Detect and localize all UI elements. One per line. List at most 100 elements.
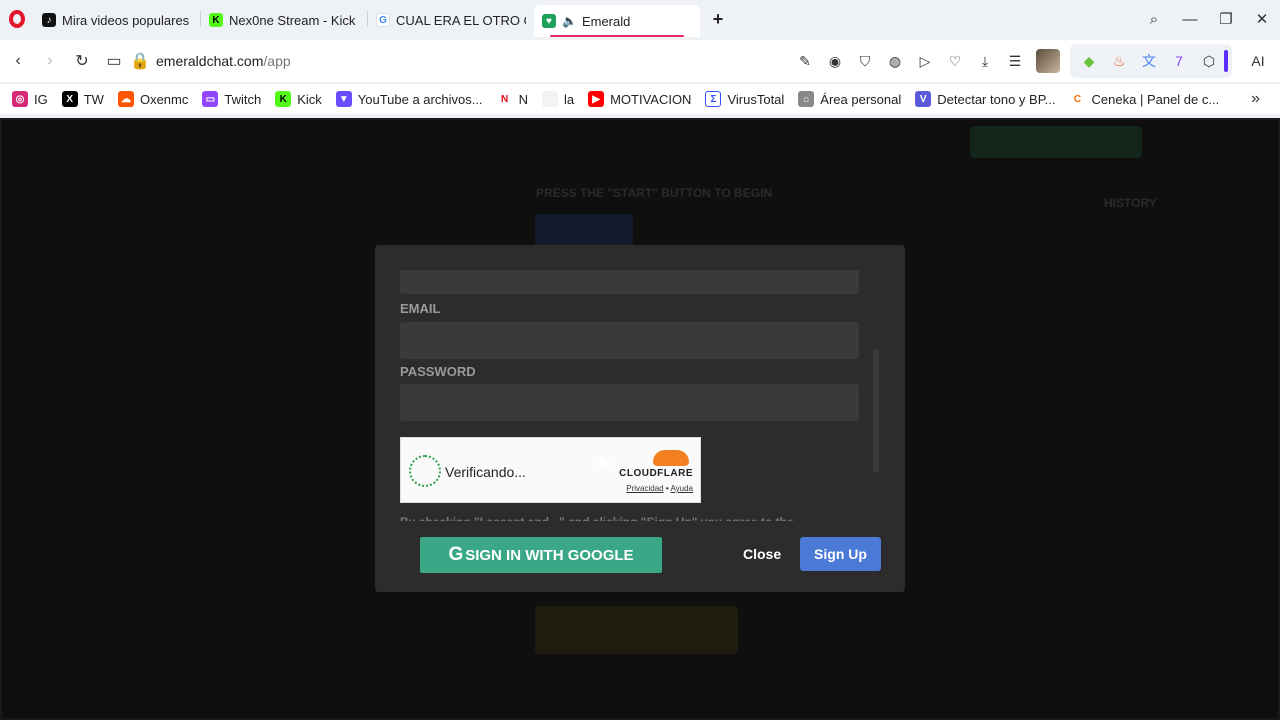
signup-button[interactable]: Sign Up [800, 537, 881, 571]
bookmark-netflix[interactable]: NN [496, 91, 528, 107]
bookmark-label: Oxenmc [139, 91, 189, 107]
modal-scrollbar[interactable] [873, 349, 879, 473]
bookmark-kick[interactable]: K Kick [275, 91, 322, 107]
google-signin-button[interactable]: G SIGN IN WITH GOOGLE [420, 537, 662, 573]
profile-avatar[interactable] [1036, 49, 1060, 73]
extension-1-icon[interactable]: ◆ [1074, 46, 1104, 76]
more-bookmarks-icon[interactable]: » [1251, 90, 1260, 108]
tab-google[interactable]: G CUAL ERA EL OTRO QUE LE [368, 5, 534, 35]
signup-modal: EMAIL PASSWORD Verificando... CLOUDFLARE… [375, 245, 905, 592]
blank-page-icon [541, 91, 558, 107]
bookmark-label: Ceneka | Panel de c... [1091, 91, 1220, 107]
email-field[interactable] [400, 322, 859, 359]
reload-button[interactable]: ↻ [66, 45, 98, 77]
home-icon: ⌂ [798, 91, 815, 107]
bookmark-ceneka[interactable]: C Ceneka | Panel de c... [1069, 91, 1220, 107]
bookmark-label: Detectar tono y BP... [937, 91, 1056, 107]
tab-tiktok[interactable]: ♪ Mira videos populares sele [34, 5, 200, 35]
bookmark-detectar-tono[interactable]: V Detectar tono y BP... [915, 91, 1056, 107]
tab-title: Mira videos populares sele [62, 12, 192, 28]
bookmark-label: Área personal [820, 91, 902, 107]
bookmark-ig[interactable]: ◎ IG [12, 91, 48, 107]
bookmark-la[interactable]: la [541, 91, 574, 107]
x-icon: X [61, 91, 78, 107]
modal-form: EMAIL PASSWORD Verificando... CLOUDFLARE… [375, 245, 905, 525]
modal-footer: G SIGN IN WITH GOOGLE Close Sign Up [375, 521, 905, 592]
camera-permission-icon[interactable]: ▭ [98, 45, 130, 77]
bookmark-label: MOTIVACION [610, 91, 692, 107]
background-press-start-text: PRESS THE "START" BUTTON TO BEGIN [536, 186, 773, 200]
player-icon[interactable]: ▷ [910, 46, 940, 76]
password-label: PASSWORD [400, 364, 476, 379]
edit-icon[interactable]: ✎ [790, 46, 820, 76]
netflix-icon: N [496, 91, 513, 107]
tab-kick[interactable]: K Nex0ne Stream - Kick Dash [201, 5, 367, 35]
bookmark-youtube-archivos[interactable]: ▼ YouTube a archivos... [335, 91, 483, 107]
forward-button[interactable]: › [34, 45, 66, 77]
twitch-icon: ▭ [202, 91, 219, 107]
v-icon: V [915, 91, 932, 107]
bookmark-label: Kick [297, 91, 322, 107]
background-history-label: HISTORY [1104, 196, 1157, 210]
instagram-icon: ◎ [12, 91, 28, 107]
new-tab-button[interactable]: + [704, 5, 732, 33]
opera-menu-icon[interactable] [0, 0, 34, 38]
snapshot-icon[interactable]: ◉ [820, 46, 850, 76]
extension-2-icon[interactable]: ♨ [1104, 46, 1134, 76]
extension-7tv-icon[interactable]: 7 [1164, 46, 1194, 76]
extensions-icon[interactable]: ⬡ [1194, 46, 1224, 76]
vidiq-icon: ▼ [335, 91, 352, 107]
virustotal-icon: Σ [705, 91, 722, 107]
tiktok-icon: ♪ [42, 13, 56, 27]
speaker-icon[interactable]: 🔈 [562, 14, 577, 28]
captcha-status: Verificando... [445, 464, 526, 480]
tab-title: CUAL ERA EL OTRO QUE LE [396, 12, 526, 28]
close-window-button[interactable]: ✕ [1244, 0, 1280, 38]
bookmark-area-personal[interactable]: ⌂ Área personal [798, 91, 901, 107]
background-unlock-button [535, 606, 738, 654]
password-field[interactable] [400, 384, 859, 421]
bookmark-twitch[interactable]: ▭ Twitch [202, 91, 261, 107]
bookmarks-bar: ◎ IG X TW ☁ Oxenmc ▭ Twitch K Kick ▼ YouTube a… [0, 84, 1280, 114]
soundcloud-icon: ☁ [117, 91, 134, 107]
translate-icon[interactable]: ◍ [880, 46, 910, 76]
cloudflare-logo: CLOUDFLARE Privacidad • Ayuda [619, 450, 693, 493]
extension-translate-icon[interactable]: 文 [1134, 46, 1164, 76]
close-button[interactable]: Close [743, 546, 781, 562]
emerald-icon: ♥ [542, 14, 556, 28]
username-input[interactable] [400, 270, 859, 294]
shield-icon[interactable]: ⛉ [850, 46, 880, 76]
tab-emerald[interactable]: ♥ 🔈 Emerald [534, 5, 700, 37]
tab-title: Nex0ne Stream - Kick Dash [229, 12, 359, 28]
heart-icon[interactable]: ♡ [940, 46, 970, 76]
tab-title: Emerald [581, 13, 631, 29]
tab-search-icon[interactable]: ⌕ [1136, 0, 1172, 38]
background-upgrade-button [970, 126, 1142, 158]
google-signin-label: SIGN IN WITH GOOGLE [465, 546, 634, 564]
lock-icon[interactable]: 🔒 [130, 45, 150, 77]
bookmark-tw[interactable]: X TW [61, 91, 104, 107]
address-bar: ‹ › ↻ ▭ 🔒 emeraldchat.com/app ✎ ◉ ⛉ ◍ ▷ … [0, 40, 1280, 82]
help-link[interactable]: Ayuda [670, 484, 693, 493]
easy-setup-icon[interactable]: ☰ [1000, 46, 1030, 76]
url-field[interactable]: emeraldchat.com/app [156, 53, 291, 69]
bookmark-motivacion[interactable]: ▶ MOTIVACION [588, 91, 691, 107]
bookmark-label: N [518, 91, 528, 107]
privacy-link[interactable]: Privacidad [626, 484, 663, 493]
download-icon[interactable]: ⤓ [970, 46, 1000, 76]
restore-button[interactable]: ❐ [1208, 0, 1244, 38]
bookmark-virustotal[interactable]: Σ VirusTotal [705, 91, 784, 107]
window-controls: ⌕ — ❐ ✕ [1136, 0, 1280, 38]
kick-icon: K [209, 13, 223, 27]
minimize-button[interactable]: — [1172, 0, 1208, 38]
cloudflare-captcha[interactable]: Verificando... CLOUDFLARE Privacidad • A… [400, 437, 701, 503]
bookmark-label: IG [34, 91, 48, 107]
spinner-icon [409, 455, 441, 487]
browser-chrome: ♪ Mira videos populares sele K Nex0ne St… [0, 0, 1280, 118]
tab-bar: ♪ Mira videos populares sele K Nex0ne St… [0, 0, 1280, 38]
bookmark-label: TW [83, 91, 104, 107]
kick-icon: K [275, 91, 292, 107]
back-button[interactable]: ‹ [2, 45, 34, 77]
bookmark-oxenmc[interactable]: ☁ Oxenmc [117, 91, 189, 107]
aria-ai-button[interactable]: AI [1236, 46, 1280, 76]
